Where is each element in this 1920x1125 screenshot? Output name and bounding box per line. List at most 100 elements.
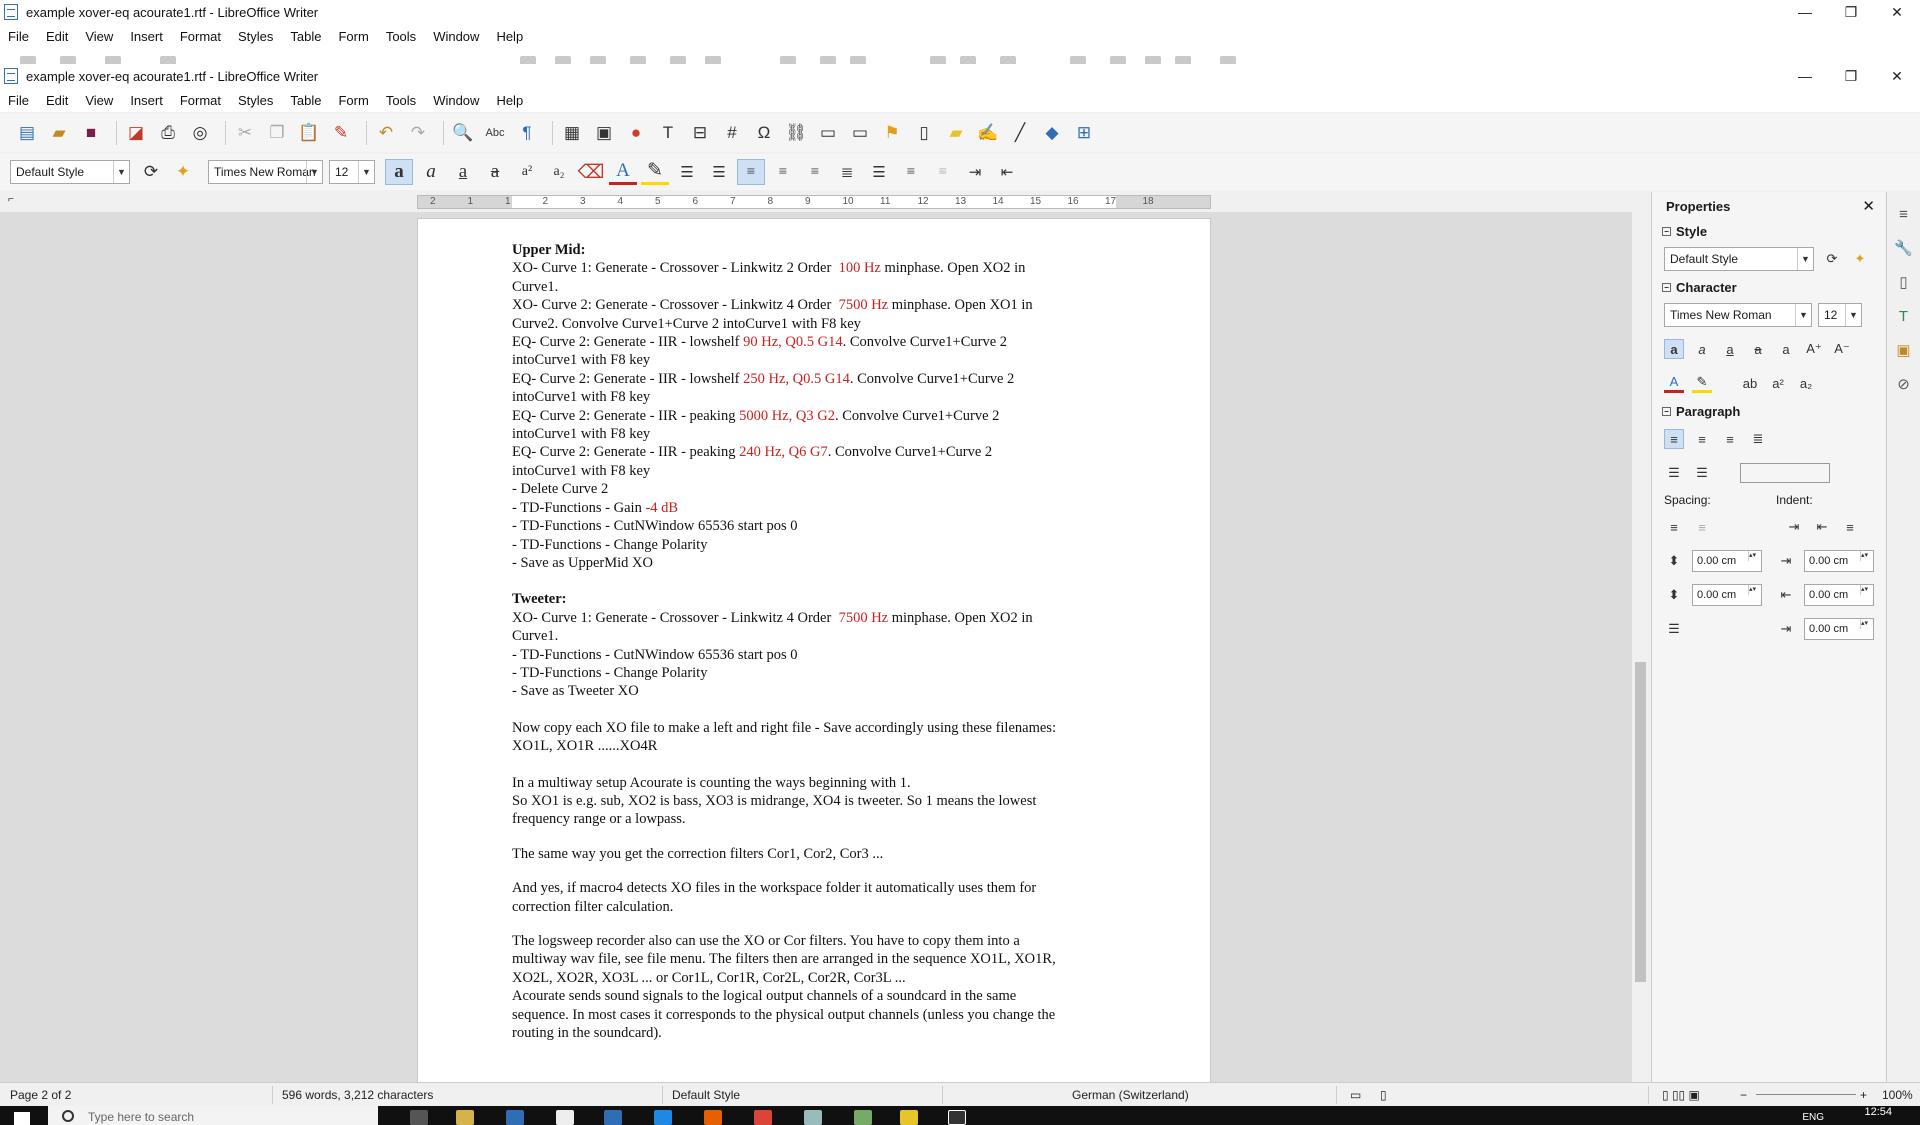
taskbar-search[interactable]: Type here to search xyxy=(48,1106,378,1125)
document-page[interactable]: Upper Mid: XO- Curve 1: Generate - Cross… xyxy=(417,218,1211,1088)
highlight-color-icon[interactable]: ✎ xyxy=(641,159,669,185)
menu-insert[interactable]: Insert xyxy=(130,93,163,108)
new-document-icon[interactable]: ▤ xyxy=(14,120,40,146)
page-count[interactable]: Page 2 of 2 xyxy=(10,1088,71,1102)
decrease-indent-icon[interactable]: ⇤ xyxy=(993,159,1021,185)
ordered-list-icon[interactable]: ☰ xyxy=(705,159,733,185)
menu-help[interactable]: Help xyxy=(496,93,523,108)
shrink-font-icon[interactable]: A⁻ xyxy=(1832,339,1852,359)
close-icon[interactable]: ✕ xyxy=(1862,197,1875,215)
ordered-list-icon[interactable]: ☰ xyxy=(1692,463,1712,483)
find-replace-icon[interactable]: 🔍 xyxy=(450,120,476,146)
align-right-icon[interactable]: ≡ xyxy=(801,159,829,185)
export-pdf-icon[interactable]: ◪ xyxy=(123,120,149,146)
close-icon[interactable]: ✕ xyxy=(1874,0,1920,24)
above-paragraph-spacing-input[interactable]: 0.00 cm xyxy=(1692,550,1762,572)
copy-icon[interactable]: ❐ xyxy=(264,120,290,146)
outer-menu-format[interactable]: Format xyxy=(180,29,221,44)
insert-image-icon[interactable]: ▣ xyxy=(591,120,617,146)
scrollbar-thumb[interactable] xyxy=(1635,662,1646,982)
align-right-icon[interactable]: ≡ xyxy=(1720,429,1740,449)
outer-menu-file[interactable]: File xyxy=(8,29,29,44)
increase-paragraph-spacing-icon[interactable]: ≡ xyxy=(897,159,925,185)
superscript-icon[interactable]: a² xyxy=(513,159,541,185)
align-center-icon[interactable]: ≡ xyxy=(1692,429,1712,449)
menu-styles[interactable]: Styles xyxy=(238,93,273,108)
insert-table-icon[interactable]: ▦ xyxy=(559,120,585,146)
italic-icon[interactable]: a xyxy=(1692,339,1712,359)
task-view-icon[interactable] xyxy=(410,1110,428,1125)
cut-icon[interactable]: ✂ xyxy=(232,120,258,146)
edge-icon[interactable] xyxy=(506,1110,524,1125)
formatting-marks-icon[interactable]: ¶ xyxy=(514,120,540,146)
horizontal-ruler[interactable]: 2 1 1 2 3 4 5 6 7 8 9 10 11 12 13 14 15 16 17 18 xyxy=(417,195,1211,209)
print-icon[interactable]: ⎙ xyxy=(155,120,181,146)
subscript-icon[interactable]: a₂ xyxy=(1796,373,1816,393)
clone-formatting-icon[interactable]: ✎ xyxy=(328,120,354,146)
italic-button[interactable]: a xyxy=(417,159,445,185)
selection-mode-icon[interactable]: ▭ xyxy=(1350,1088,1361,1102)
page-deck-icon[interactable]: ▯ xyxy=(1892,270,1916,294)
gallery-deck-icon[interactable]: ▣ xyxy=(1892,338,1916,362)
app-icon[interactable] xyxy=(854,1110,872,1125)
language-indicator[interactable]: German (Switzerland) xyxy=(1072,1088,1189,1102)
redo-icon[interactable]: ↷ xyxy=(405,120,431,146)
menu-format[interactable]: Format xyxy=(180,93,221,108)
justify-icon[interactable]: ≣ xyxy=(833,159,861,185)
outer-menu-help[interactable]: Help xyxy=(496,29,523,44)
track-changes-icon[interactable]: ✍ xyxy=(975,120,1001,146)
shadow-icon[interactable]: a xyxy=(1776,339,1796,359)
input-language[interactable]: ENG xyxy=(1802,1112,1824,1123)
outer-menu-styles[interactable]: Styles xyxy=(238,29,273,44)
vertical-scrollbar[interactable] xyxy=(1632,192,1649,1082)
basic-shapes-icon[interactable]: ◆ xyxy=(1039,120,1065,146)
save-icon[interactable]: ■ xyxy=(78,120,104,146)
font-color-icon[interactable]: A xyxy=(1664,373,1684,393)
bold-icon[interactable]: a xyxy=(1664,339,1684,359)
font-size-select[interactable]: 12 ▼ xyxy=(329,160,375,184)
style-section-header[interactable]: − Style xyxy=(1652,220,1885,242)
spelling-icon[interactable]: Abc xyxy=(482,120,508,146)
minimize-icon[interactable]: — xyxy=(1782,0,1828,24)
after-text-indent-input[interactable]: 0.00 cm xyxy=(1804,584,1874,606)
menu-file[interactable]: File xyxy=(8,93,29,108)
strikethrough-button[interactable]: a xyxy=(481,159,509,185)
app-icon[interactable] xyxy=(948,1110,966,1125)
sidebar-font-size-select[interactable]: 12 ▼ xyxy=(1818,303,1862,327)
minimize-icon[interactable]: — xyxy=(1782,64,1828,88)
zoom-out-icon[interactable]: − xyxy=(1740,1088,1747,1102)
align-center-icon[interactable]: ≡ xyxy=(769,159,797,185)
decrease-spacing-icon[interactable]: ≡ xyxy=(1692,517,1712,537)
zoom-level[interactable]: 100% xyxy=(1882,1088,1913,1102)
unordered-list-icon[interactable]: ☰ xyxy=(1664,463,1684,483)
strikethrough-icon[interactable]: a xyxy=(1748,339,1768,359)
align-left-icon[interactable]: ≡ xyxy=(737,159,765,185)
sidebar-font-name-select[interactable]: Times New Roman ▼ xyxy=(1664,303,1812,327)
menu-table[interactable]: Table xyxy=(290,93,321,108)
close-icon[interactable]: ✕ xyxy=(1874,64,1920,88)
tab-stop-type-icon[interactable]: ⌐ xyxy=(8,194,14,205)
outer-menu-view[interactable]: View xyxy=(85,29,113,44)
below-paragraph-spacing-input[interactable]: 0.00 cm xyxy=(1692,584,1762,606)
paragraph-style-select[interactable]: Default Style ▼ xyxy=(10,160,130,184)
sidebar-menu-icon[interactable]: ≡ xyxy=(1892,202,1916,226)
document-body[interactable]: Upper Mid: XO- Curve 1: Generate - Cross… xyxy=(512,241,1132,1042)
decrease-indent-icon[interactable]: ⇤ xyxy=(1812,517,1832,537)
insert-cross-reference-icon[interactable]: ▯ xyxy=(911,120,937,146)
align-left-icon[interactable]: ≡ xyxy=(1664,429,1684,449)
font-name-select[interactable]: Times New Roman ▼ xyxy=(208,160,323,184)
restore-icon[interactable]: ❐ xyxy=(1828,64,1874,88)
page-style[interactable]: Default Style xyxy=(672,1088,740,1102)
menu-tools[interactable]: Tools xyxy=(386,93,416,108)
outer-menu-form[interactable]: Form xyxy=(338,29,368,44)
insert-endnote-icon[interactable]: ▭ xyxy=(847,120,873,146)
chrome-icon[interactable] xyxy=(754,1110,772,1125)
character-spacing-icon[interactable]: ab xyxy=(1740,373,1760,393)
skype-icon[interactable] xyxy=(654,1110,672,1125)
first-line-indent-input[interactable]: 0.00 cm xyxy=(1804,618,1874,640)
update-style-icon[interactable]: ⟳ xyxy=(138,159,164,185)
word-count[interactable]: 596 words, 3,212 characters xyxy=(282,1088,433,1102)
increase-spacing-icon[interactable]: ≡ xyxy=(1664,517,1684,537)
justify-icon[interactable]: ≣ xyxy=(1748,429,1768,449)
print-preview-icon[interactable]: ◎ xyxy=(187,120,213,146)
